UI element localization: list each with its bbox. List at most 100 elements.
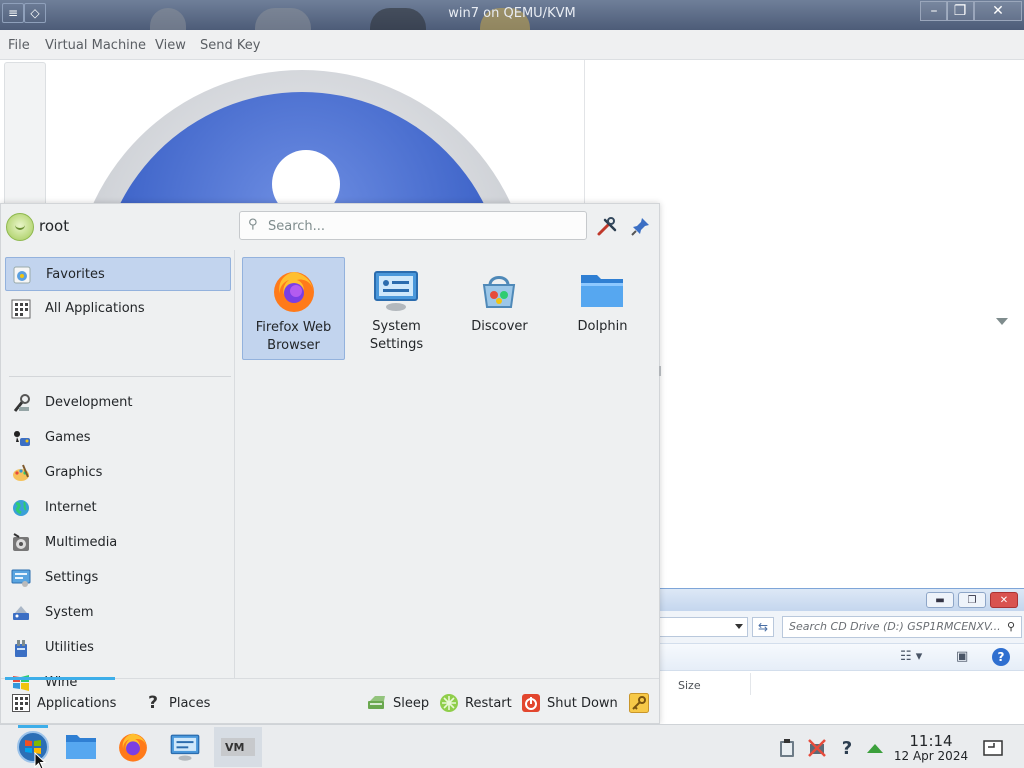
minimize-button[interactable]: – — [920, 1, 948, 21]
network-disconnected-icon[interactable] — [806, 737, 828, 759]
maximize-button[interactable]: ❐ — [946, 1, 974, 21]
power-icon — [521, 693, 541, 713]
favorites-icon — [13, 266, 31, 284]
firefox-icon — [119, 733, 147, 762]
category-list: Favorites All Applications Development G… — [1, 250, 235, 691]
explorer-titlebar[interactable]: ▬ ❐ ✕ — [640, 589, 1024, 611]
restart-label: Restart — [465, 695, 512, 711]
app-label: Dolphin — [577, 319, 628, 334]
pin-icon[interactable] — [629, 214, 653, 238]
category-utilities[interactable]: Utilities — [5, 631, 231, 665]
menu-virtual-machine[interactable]: Virtual Machine — [45, 38, 146, 53]
refresh-icon[interactable]: ⇆ — [752, 617, 774, 637]
restart-icon — [439, 693, 459, 713]
svg-text:VM: VM — [225, 741, 244, 754]
search-icon: ⚲ — [248, 217, 258, 232]
system-icon — [13, 606, 29, 620]
category-label: System — [45, 605, 94, 620]
active-tab-indicator — [5, 677, 115, 680]
app-dolphin[interactable]: Dolphin — [551, 257, 654, 360]
vm-window-titlebar[interactable]: ≡ ◇ win7 on QEMU/KVM – ❐ ✕ — [0, 0, 1024, 30]
lock-screen-button[interactable] — [629, 691, 655, 715]
start-menu-button[interactable] — [10, 727, 56, 767]
multimedia-icon — [13, 533, 29, 551]
tab-applications[interactable]: Applications — [11, 691, 116, 715]
taskbar-system-settings[interactable] — [162, 727, 208, 767]
category-development[interactable]: Development — [5, 386, 231, 420]
app-label: System Settings — [369, 319, 424, 352]
category-multimedia[interactable]: Multimedia — [5, 526, 231, 560]
graphics-icon — [13, 464, 29, 481]
taskbar-firefox[interactable] — [110, 727, 156, 767]
explorer-minimize-button[interactable]: ▬ — [926, 592, 954, 608]
category-graphics[interactable]: Graphics — [5, 456, 231, 490]
shutdown-button[interactable]: Shut Down — [521, 691, 618, 715]
category-system[interactable]: System — [5, 596, 231, 630]
help-icon[interactable]: ? — [836, 737, 858, 759]
menu-file[interactable]: File — [8, 38, 30, 53]
scrollbar[interactable] — [659, 366, 661, 376]
explorer-search-placeholder: Search CD Drive (D:) GSP1RMCENXV... — [789, 620, 1001, 633]
chevron-down-icon[interactable] — [996, 318, 1008, 325]
category-favorites[interactable]: Favorites — [5, 257, 231, 291]
firefox-icon — [274, 272, 314, 312]
address-dropdown-icon[interactable] — [735, 624, 743, 629]
taskbar-virt-manager[interactable]: VM — [214, 727, 262, 767]
explorer-window[interactable]: ▬ ❐ ✕ ⇆ Search CD Drive (D:) GSP1RMCENXV… — [640, 588, 1024, 725]
close-button[interactable]: ✕ — [974, 1, 1022, 21]
show-desktop-icon[interactable] — [982, 737, 1004, 759]
taskbar-dolphin[interactable] — [58, 727, 104, 767]
expand-tray-icon[interactable] — [864, 737, 886, 759]
category-label: Settings — [45, 570, 99, 585]
explorer-column-header: Size — [640, 671, 1024, 725]
app-system-settings[interactable]: System Settings — [345, 257, 448, 360]
view-options-icon[interactable]: ☷ ▾ — [900, 649, 922, 664]
help-icon[interactable]: ? — [992, 648, 1010, 666]
application-launcher: root ⚲ Favorites All Applications Develo… — [0, 203, 661, 724]
user-name: root — [39, 217, 70, 235]
category-label: Games — [45, 430, 91, 445]
help-icon: ? — [148, 693, 158, 713]
column-size[interactable]: Size — [678, 679, 701, 692]
vm-menubar: File Virtual Machine View Send Key — [0, 30, 1024, 60]
category-label: Graphics — [45, 465, 103, 480]
menu-send-key[interactable]: Send Key — [200, 38, 260, 53]
clock-date[interactable]: 12 Apr 2024 — [890, 749, 972, 763]
app-firefox[interactable]: Firefox Web Browser — [242, 257, 345, 360]
category-label: Internet — [45, 500, 97, 515]
category-label: Utilities — [45, 640, 94, 655]
search-input[interactable] — [268, 216, 578, 236]
utilities-icon — [15, 640, 27, 657]
avatar[interactable] — [6, 213, 34, 241]
restart-button[interactable]: Restart — [439, 691, 512, 715]
app-discover[interactable]: Discover — [448, 257, 551, 360]
folder-icon — [66, 735, 96, 759]
category-label: All Applications — [45, 301, 145, 316]
sleep-icon — [367, 693, 387, 713]
tab-places[interactable]: ? Places — [143, 691, 210, 715]
sleep-label: Sleep — [393, 695, 430, 711]
launcher-footer: Applications ? Places Sleep Restart Shut… — [1, 677, 659, 724]
category-settings[interactable]: Settings — [5, 561, 231, 595]
category-all-applications[interactable]: All Applications — [5, 292, 231, 326]
settings-icon — [11, 569, 31, 587]
grid-icon — [11, 299, 31, 319]
explorer-maximize-button[interactable]: ❐ — [958, 592, 986, 608]
category-internet[interactable]: Internet — [5, 491, 231, 525]
category-label: Favorites — [46, 267, 105, 282]
app-label: Discover — [471, 319, 528, 334]
menu-view[interactable]: View — [155, 38, 186, 53]
launcher-search[interactable]: ⚲ — [239, 211, 587, 240]
favorites-grid: Firefox Web Browser System Settings Disc… — [237, 250, 661, 678]
category-games[interactable]: Games — [5, 421, 231, 455]
explorer-search-input[interactable]: Search CD Drive (D:) GSP1RMCENXV... ⚲ — [782, 616, 1022, 638]
preview-pane-icon[interactable]: ▣ — [956, 649, 968, 664]
development-icon — [13, 394, 30, 412]
sleep-button[interactable]: Sleep — [367, 691, 429, 715]
clipboard-icon[interactable] — [776, 737, 798, 759]
clock-time[interactable]: 11:14 — [896, 732, 966, 750]
system-settings-icon — [170, 734, 200, 761]
category-label: Development — [45, 395, 133, 410]
configure-tools-icon[interactable] — [595, 214, 619, 238]
explorer-close-button[interactable]: ✕ — [990, 592, 1018, 608]
